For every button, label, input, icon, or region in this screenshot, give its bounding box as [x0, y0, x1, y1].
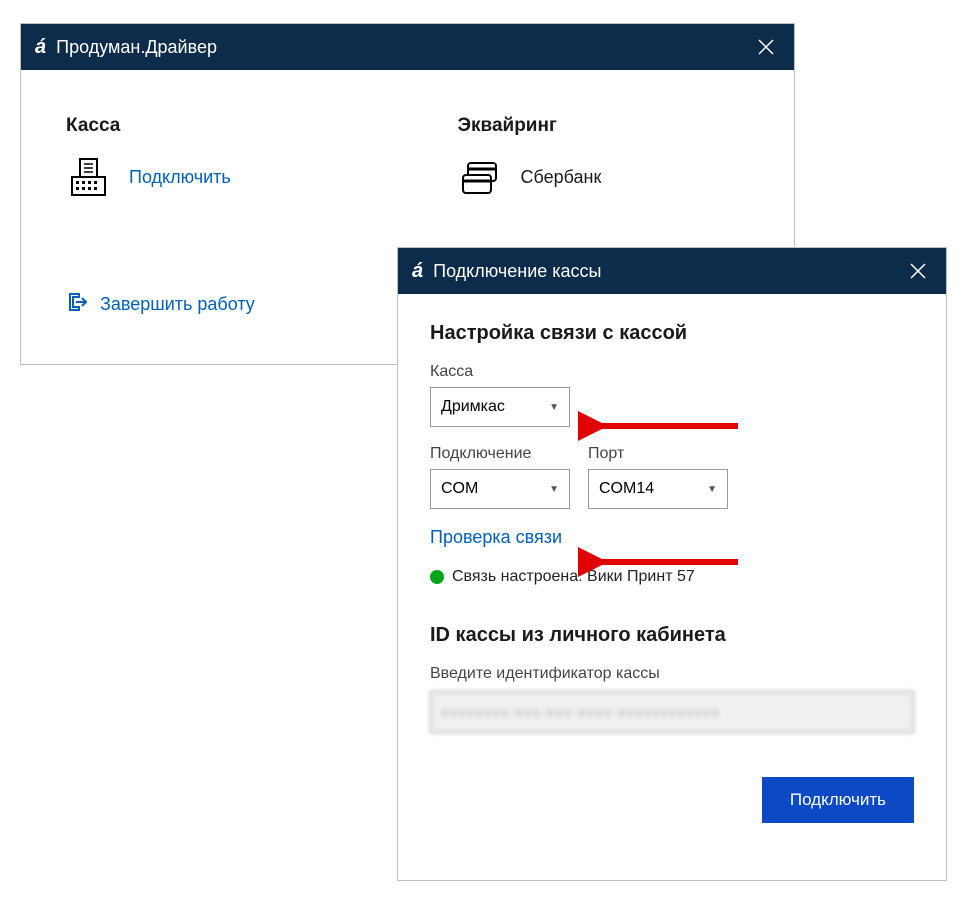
acquiring-section: Эквайринг Сбербанк: [458, 115, 750, 200]
kassa-section: Касса Подключить: [66, 115, 358, 200]
setup-heading: Настройка связи с кассой: [430, 322, 914, 345]
titlebar: á Подключение кассы: [398, 248, 946, 294]
connection-select-value: COM: [441, 480, 478, 498]
status-indicator-icon: [430, 570, 444, 584]
chevron-down-icon: ▼: [707, 484, 717, 495]
window-title: Подключение кассы: [433, 261, 601, 282]
kassa-label: Касса: [430, 363, 914, 381]
window-title: Продуман.Драйвер: [56, 37, 217, 58]
chevron-down-icon: ▼: [549, 402, 559, 413]
quit-link[interactable]: Завершить работу: [100, 294, 255, 315]
connect-button[interactable]: Подключить: [762, 777, 914, 823]
titlebar: á Продуман.Драйвер: [21, 24, 794, 70]
app-logo-icon: á: [412, 260, 423, 283]
close-icon[interactable]: [904, 257, 932, 285]
kassa-id-input[interactable]: [430, 691, 914, 733]
logout-icon[interactable]: [66, 290, 90, 319]
check-connection-link[interactable]: Проверка связи: [430, 527, 562, 547]
acquiring-value: Сбербанк: [521, 167, 602, 188]
chevron-down-icon: ▼: [549, 484, 559, 495]
status-text: Связь настроена: Вики Принт 57: [452, 568, 695, 586]
cash-register-icon: [66, 155, 111, 200]
kassa-select-value: Дримкас: [441, 398, 505, 416]
port-select[interactable]: COM14 ▼: [588, 469, 728, 509]
kassa-select[interactable]: Дримкас ▼: [430, 387, 570, 427]
acquiring-heading: Эквайринг: [458, 115, 750, 137]
connection-select[interactable]: COM ▼: [430, 469, 570, 509]
close-icon[interactable]: [752, 33, 780, 61]
id-sublabel: Введите идентификатор кассы: [430, 665, 914, 683]
cards-icon: [458, 155, 503, 200]
connection-label: Подключение: [430, 445, 570, 463]
connect-kassa-window: á Подключение кассы Настройка связи с ка…: [397, 247, 947, 881]
port-select-value: COM14: [599, 480, 654, 498]
port-label: Порт: [588, 445, 728, 463]
id-heading: ID кассы из личного кабинета: [430, 624, 914, 647]
kassa-heading: Касса: [66, 115, 358, 137]
app-logo-icon: á: [35, 36, 46, 59]
kassa-connect-link[interactable]: Подключить: [129, 167, 231, 188]
